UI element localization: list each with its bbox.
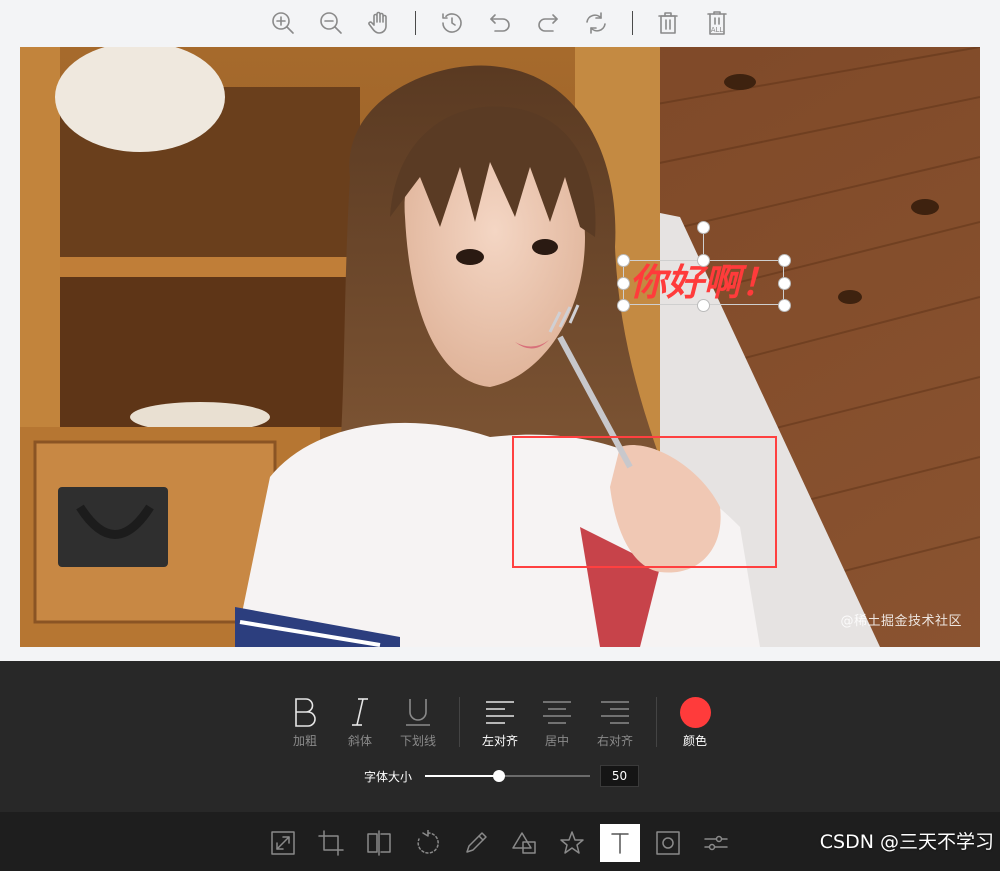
crop-icon [318, 830, 344, 856]
menu-icon-button[interactable] [552, 824, 592, 862]
shape-icon [512, 832, 536, 854]
align-right-button[interactable]: 右对齐 [585, 694, 645, 749]
menu-filter-button[interactable] [696, 824, 736, 862]
color-swatch [679, 696, 711, 728]
reset-button[interactable] [581, 8, 611, 38]
italic-label: 斜体 [347, 734, 372, 748]
text-object[interactable]: 你好啊！ [617, 221, 791, 312]
zoom-out-button[interactable] [316, 8, 346, 38]
star-icon [560, 831, 584, 854]
bold-icon [295, 698, 316, 727]
photo [20, 47, 980, 647]
reset-icon [586, 12, 606, 34]
menu-text-button[interactable] [600, 824, 640, 862]
menu-draw-button[interactable] [456, 824, 496, 862]
resize-handle-top-left[interactable] [617, 254, 630, 267]
align-left-label: 左对齐 [481, 734, 518, 748]
filter-icon [704, 835, 728, 851]
align-left-icon [486, 701, 514, 724]
color-button[interactable]: 颜色 [665, 694, 725, 749]
align-center-button[interactable]: 居中 [527, 694, 587, 749]
align-center-icon [543, 701, 571, 724]
align-right-icon [601, 701, 629, 724]
undo-button[interactable] [485, 8, 515, 38]
mask-icon [656, 831, 680, 855]
undo-icon [490, 14, 510, 32]
resize-handle-bottom-left[interactable] [617, 299, 630, 312]
text-submenu: 加粗 斜体 下划线 左对齐 居中 右对齐 颜色 字体大小 50 [0, 661, 1000, 812]
trash-all-icon: ALL [707, 11, 727, 35]
resize-handle-top-right[interactable] [778, 254, 791, 267]
watermark: @稀土掘金技术社区 [840, 614, 962, 629]
font-size-value[interactable]: 50 [600, 765, 639, 787]
align-left-button[interactable]: 左对齐 [470, 694, 530, 749]
menu-resize-button[interactable] [263, 824, 303, 862]
hand-icon [368, 11, 387, 34]
font-size-range: 字体大小 50 [0, 763, 1000, 789]
rectangle-shape[interactable] [512, 436, 777, 568]
resize-handle-bottom[interactable] [697, 299, 710, 312]
redo-button[interactable] [533, 8, 563, 38]
menu-shape-button[interactable] [504, 824, 544, 862]
menu-rotate-button[interactable] [408, 824, 448, 862]
rotation-handle[interactable] [697, 221, 710, 234]
hand-button[interactable] [364, 8, 394, 38]
underline-icon [406, 699, 430, 726]
zoom-in-button[interactable] [268, 8, 298, 38]
delete-all-button[interactable]: ALL [702, 8, 732, 38]
rotate-icon [417, 830, 439, 854]
trash-icon [658, 12, 678, 34]
italic-icon [352, 698, 368, 726]
bold-button[interactable]: 加粗 [275, 694, 335, 749]
text-icon [611, 833, 629, 854]
history-button[interactable] [437, 8, 467, 38]
font-size-slider-thumb[interactable] [493, 770, 505, 782]
redo-icon [538, 14, 558, 32]
submenu-divider [656, 697, 657, 747]
pencil-icon [466, 832, 487, 853]
font-size-label: 字体大小 [364, 770, 413, 784]
toolbar-divider [632, 11, 633, 35]
zoom-in-icon [272, 12, 294, 34]
submenu-divider [459, 697, 460, 747]
resize-handle-bottom-right[interactable] [778, 299, 791, 312]
menu-flip-button[interactable] [359, 824, 399, 862]
delete-all-label: ALL [711, 26, 724, 34]
toolbar-divider [415, 11, 416, 35]
font-size-slider[interactable] [425, 770, 590, 782]
underline-label: 下划线 [399, 734, 436, 748]
delete-button[interactable] [653, 8, 683, 38]
resize-handle-left[interactable] [617, 277, 630, 290]
csdn-credit: CSDN @三天不学习 [819, 831, 994, 853]
resize-handle-right[interactable] [778, 277, 791, 290]
color-label: 颜色 [682, 734, 707, 748]
italic-button[interactable]: 斜体 [330, 694, 390, 749]
resize-handle-top[interactable] [697, 254, 710, 267]
font-size-slider-fill [425, 775, 499, 777]
align-right-label: 右对齐 [596, 734, 633, 748]
menu-crop-button[interactable] [311, 824, 351, 862]
bold-label: 加粗 [292, 734, 317, 748]
menu-mask-button[interactable] [648, 824, 688, 862]
top-toolbar: ALL [0, 0, 1000, 46]
resize-icon [271, 831, 295, 855]
flip-icon [367, 830, 391, 856]
history-icon [442, 13, 462, 33]
zoom-out-icon [320, 12, 342, 34]
image-canvas[interactable]: 你好啊！ @稀土掘金技术社区 [20, 47, 980, 647]
underline-button[interactable]: 下划线 [388, 694, 448, 749]
text-object-content: 你好啊！ [629, 261, 778, 304]
align-center-label: 居中 [544, 734, 569, 748]
